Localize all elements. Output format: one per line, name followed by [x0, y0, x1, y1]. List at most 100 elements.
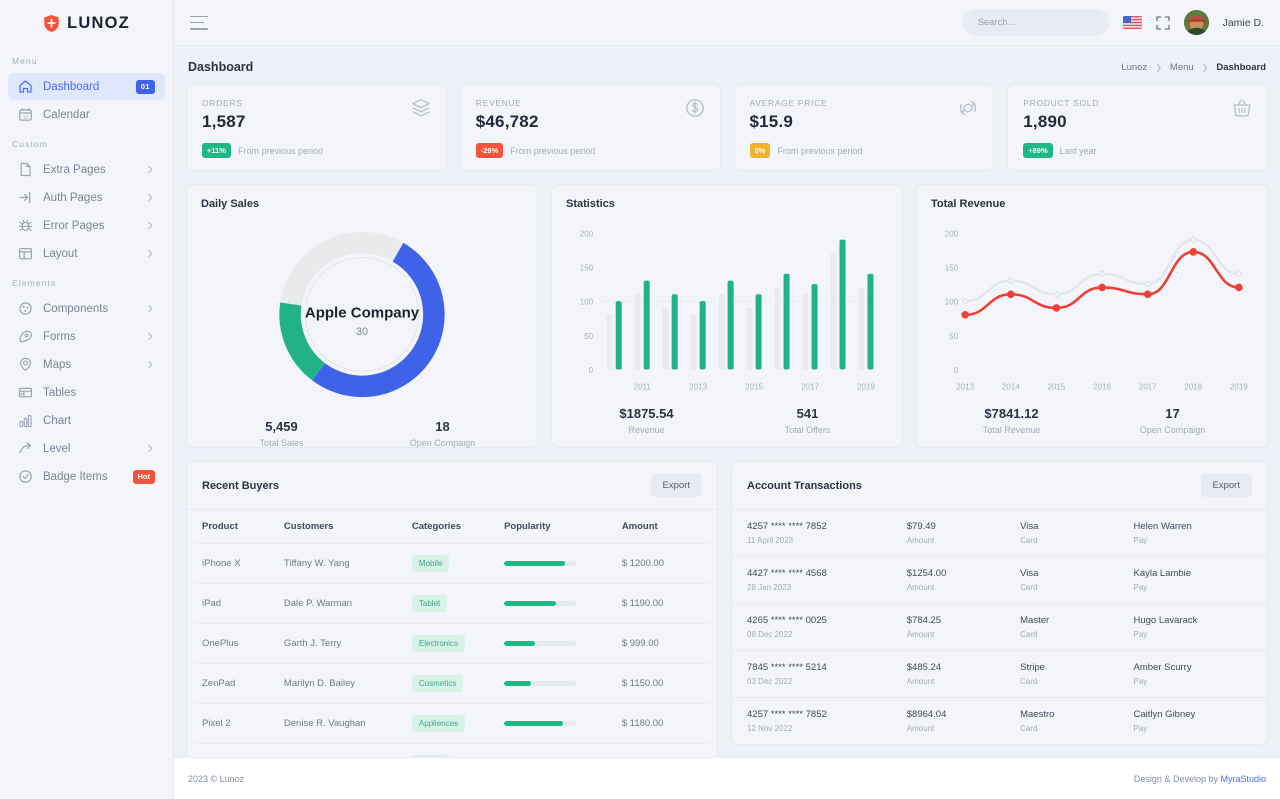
donut-center-label: Apple Company — [305, 305, 420, 322]
data-point[interactable] — [1008, 291, 1014, 297]
bar[interactable] — [728, 281, 734, 370]
data-point[interactable] — [1191, 237, 1196, 242]
chart-footer-label: Open Compaign — [1092, 425, 1253, 435]
cell-popularity — [498, 584, 616, 624]
transaction-name-col: Hugo LavarackPay — [1134, 615, 1253, 639]
data-point[interactable] — [1100, 271, 1105, 276]
bar[interactable] — [867, 274, 873, 370]
transaction-amount-label: Amount — [907, 677, 1020, 686]
stat-value: $15.9 — [750, 112, 979, 132]
cell-customer: Jeffery R. Wilson — [278, 744, 406, 758]
bar[interactable] — [616, 301, 622, 369]
table-row[interactable]: ZenPadMarilyn D. BaileyCosmetics$ 1150.0… — [196, 664, 708, 704]
sidebar-item-error-pages[interactable]: Error Pages — [8, 212, 165, 239]
x-axis-tick: 2014 — [1002, 383, 1020, 392]
sidebar-item-label: Forms — [43, 331, 136, 343]
bar[interactable] — [672, 294, 678, 369]
transaction-row[interactable]: 4427 **** **** 456828 Jan 2023$1254.00Am… — [732, 557, 1267, 604]
account-transactions-panel: Account Transactions Export 4257 **** **… — [731, 461, 1268, 745]
data-point[interactable] — [1008, 278, 1013, 283]
table-row[interactable]: Pixel 2Denise R. VaughanAppliences$ 1180… — [196, 704, 708, 744]
data-point[interactable] — [1236, 284, 1242, 290]
transaction-date: 08 Dec 2022 — [747, 630, 907, 639]
chevron-right-icon: ❯ — [1202, 63, 1209, 72]
transactions-list: 4257 **** **** 785211 April 2023$79.49Am… — [732, 510, 1267, 744]
transaction-name-col: Kayla LambiePay — [1134, 568, 1253, 592]
recent-buyers-export-button[interactable]: Export — [651, 474, 702, 497]
cell-category: Mobile — [406, 744, 498, 758]
bug-icon — [18, 218, 33, 233]
bar[interactable] — [784, 274, 790, 370]
data-point[interactable] — [1145, 291, 1151, 297]
sidebar-item-badge-items[interactable]: Badge ItemsHot — [8, 463, 165, 490]
bar[interactable] — [839, 240, 845, 370]
search-box[interactable] — [963, 9, 1109, 36]
y-axis-tick: 150 — [580, 263, 594, 272]
sidebar-item-level[interactable]: Level — [8, 435, 165, 462]
footer-credit: Design & Develop by MyraStudio — [1134, 774, 1266, 784]
transaction-date: 11 April 2023 — [747, 536, 907, 545]
table-row[interactable]: Pixel 2Jeffery R. WilsonMobile$ 1180.00 — [196, 744, 708, 758]
bar[interactable] — [700, 301, 706, 369]
popularity-bar — [504, 561, 576, 566]
x-axis-tick: 2013 — [956, 383, 974, 392]
transaction-row[interactable]: 4265 **** **** 002508 Dec 2022$784.25Amo… — [732, 604, 1267, 651]
stat-subtext: Last year — [1060, 146, 1097, 156]
donut-segment[interactable] — [280, 232, 403, 306]
data-point[interactable] — [962, 312, 968, 318]
breadcrumb-item[interactable]: Menu — [1170, 62, 1194, 73]
data-point[interactable] — [1190, 249, 1196, 255]
sidebar-item-tables[interactable]: Tables — [8, 379, 165, 406]
sidebar-item-auth-pages[interactable]: Auth Pages — [8, 184, 165, 211]
bar[interactable] — [812, 284, 818, 369]
sidebar-item-extra-pages[interactable]: Extra Pages — [8, 156, 165, 183]
data-point[interactable] — [1053, 305, 1059, 311]
us-flag-icon[interactable] — [1123, 16, 1142, 29]
sidebar-item-maps[interactable]: Maps — [8, 351, 165, 378]
sidebar-item-layout[interactable]: Layout — [8, 240, 165, 267]
fullscreen-icon[interactable] — [1156, 16, 1170, 30]
cell-popularity — [498, 744, 616, 758]
transaction-row[interactable]: 7845 **** **** 521403 Dec 2022$485.24Amo… — [732, 651, 1267, 698]
chevron-right-icon — [146, 193, 155, 202]
sidebar-item-forms[interactable]: Forms — [8, 323, 165, 350]
table-row[interactable]: iPadDale P. WarmanTablet$ 1190.00 — [196, 584, 708, 624]
table-row[interactable]: iPhone XTiffany W. YangMobile$ 1200.00 — [196, 544, 708, 584]
transaction-row[interactable]: 4257 **** **** 785211 April 2023$79.49Am… — [732, 510, 1267, 557]
y-axis-tick: 200 — [945, 229, 959, 238]
page-head: Dashboard Lunoz❯Menu❯Dashboard — [186, 46, 1268, 84]
sidebar-item-components[interactable]: Components — [8, 295, 165, 322]
cell-product: Pixel 2 — [196, 704, 278, 744]
search-input[interactable] — [978, 17, 1110, 28]
table-header-row: ProductCustomersCategoriesPopularityAmou… — [196, 510, 708, 544]
transaction-date: 03 Dec 2022 — [747, 677, 907, 686]
hamburger-icon[interactable] — [190, 16, 208, 30]
recent-buyers-table: ProductCustomersCategoriesPopularityAmou… — [196, 510, 708, 757]
stat-icon-wrap — [685, 98, 705, 123]
data-point[interactable] — [1099, 284, 1105, 290]
sidebar-item-label: Dashboard — [43, 81, 126, 93]
bar[interactable] — [644, 281, 650, 370]
footer-credit-link[interactable]: MyraStudio — [1220, 774, 1266, 784]
transaction-card-type: Visa — [1020, 521, 1133, 532]
data-point[interactable] — [1054, 292, 1059, 297]
brand-logo[interactable]: LUNOZ — [0, 0, 173, 46]
avatar[interactable] — [1184, 10, 1209, 35]
content: Dashboard Lunoz❯Menu❯Dashboard ORDERS1,5… — [174, 46, 1280, 757]
table-row[interactable]: OnePlusGarth J. TerryElectronics$ 999.00 — [196, 624, 708, 664]
transaction-name-col: Caitlyn GibneyPay — [1134, 709, 1253, 733]
popularity-fill — [504, 601, 556, 606]
cell-product: iPad — [196, 584, 278, 624]
bar[interactable] — [756, 294, 762, 369]
sidebar-item-chart[interactable]: Chart — [8, 407, 165, 434]
sidebar-item-dashboard[interactable]: Dashboard01 — [8, 73, 165, 100]
cell-customer: Garth J. Terry — [278, 624, 406, 664]
data-point[interactable] — [1145, 282, 1150, 287]
x-axis-tick: 2015 — [1047, 383, 1065, 392]
breadcrumb-item[interactable]: Lunoz — [1121, 62, 1147, 73]
data-point[interactable] — [963, 299, 968, 304]
transaction-row[interactable]: 4257 **** **** 785212 Nov 2022$8964.04Am… — [732, 698, 1267, 744]
account-transactions-export-button[interactable]: Export — [1201, 474, 1252, 497]
data-point[interactable] — [1236, 271, 1241, 276]
sidebar-item-calendar[interactable]: 12Calendar — [8, 101, 165, 128]
